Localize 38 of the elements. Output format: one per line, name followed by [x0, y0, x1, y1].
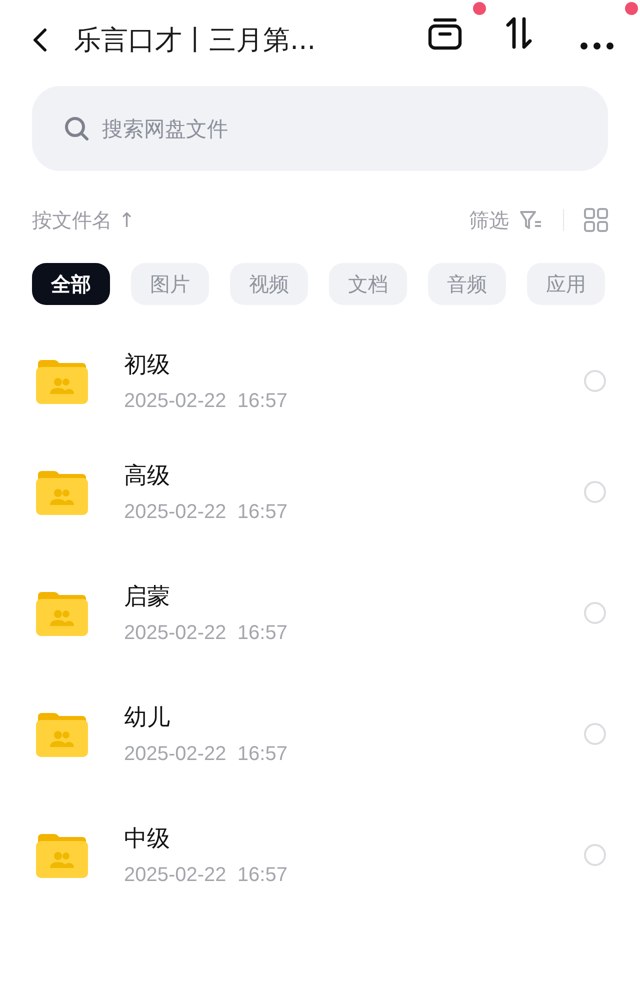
select-radio[interactable]: [584, 480, 606, 502]
select-radio[interactable]: [584, 602, 606, 624]
more-icon: [580, 42, 614, 50]
filter-chip[interactable]: 图片: [131, 263, 209, 305]
modified-date: 2025-02-22 16:57: [124, 390, 288, 413]
select-radio[interactable]: [584, 844, 606, 866]
search-icon: [64, 116, 90, 142]
filter-chip[interactable]: 视频: [230, 263, 308, 305]
sort-icon: [504, 16, 534, 50]
modified-date: 2025-02-22 16:57: [124, 622, 288, 644]
filter-chip[interactable]: 文档: [329, 263, 407, 305]
filter-chip[interactable]: 音频: [428, 263, 506, 305]
modified-date: 2025-02-22 16:57: [124, 742, 288, 766]
grid-view-icon[interactable]: [584, 208, 608, 232]
folder-name[interactable]: 中级: [124, 822, 584, 854]
folder-name[interactable]: 初级: [124, 349, 584, 380]
folder-name[interactable]: 幼儿: [124, 702, 584, 732]
search-field[interactable]: 搜索网盘文件: [32, 86, 608, 171]
notification-dot: [625, 2, 638, 15]
select-radio[interactable]: [584, 370, 606, 392]
filter-chip[interactable]: 应用: [527, 263, 605, 305]
archive-icon: [428, 16, 462, 50]
modified-date: 2025-02-22 16:57: [124, 864, 288, 886]
select-radio[interactable]: [584, 722, 606, 744]
filter-chip[interactable]: 全部: [32, 263, 110, 305]
filter-button[interactable]: 筛选: [469, 206, 509, 234]
notification-dot: [473, 2, 486, 15]
modified-date: 2025-02-22 16:57: [124, 500, 288, 524]
shared-folder-icon: [36, 468, 88, 514]
folder-title: 乐言口才丨三月第...: [74, 24, 317, 58]
shared-folder-icon: [36, 590, 88, 636]
filter-icon[interactable]: [519, 210, 543, 230]
folder-name[interactable]: 启蒙: [124, 580, 584, 612]
folder-name[interactable]: 高级: [124, 460, 584, 490]
shared-folder-icon: [36, 832, 88, 878]
shared-folder-icon: [36, 710, 88, 756]
sort-label[interactable]: 按文件名 ↑: [32, 206, 469, 234]
shared-folder-icon: [36, 358, 88, 404]
